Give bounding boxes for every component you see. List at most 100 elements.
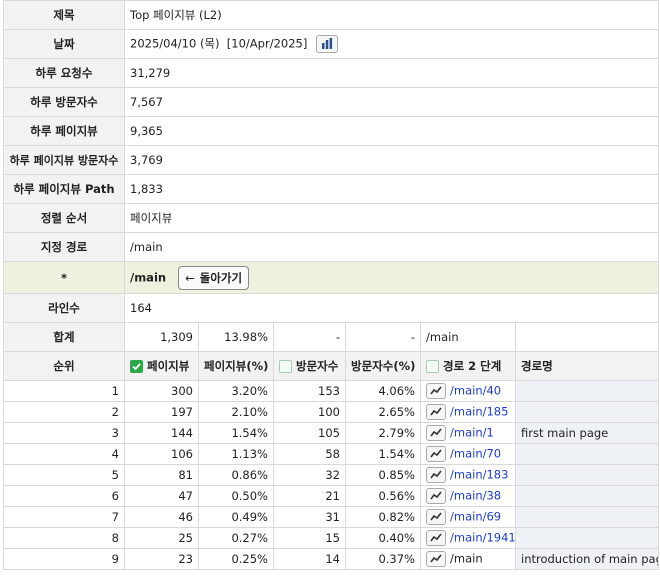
row-pageviews: 25 (124, 527, 199, 549)
row-visitors: 105 (273, 422, 346, 444)
summary-pv-pct: 13.98% (198, 322, 274, 352)
row-visitors-pct: 4.06% (345, 380, 421, 402)
row-path-name (514, 485, 660, 507)
row-path-link[interactable]: /main/1 (450, 426, 494, 440)
header-rank: 순위 (3, 351, 125, 381)
date-label: 날짜 (3, 29, 125, 59)
header-step2[interactable]: 경로 2 단계 (420, 351, 516, 381)
row-rank: 8 (3, 527, 125, 549)
table-row: 8 25 0.27% 15 0.40% /main/1941 (3, 527, 660, 549)
row-visitors-pct: 0.40% (345, 527, 421, 549)
trend-chart-icon[interactable] (426, 488, 446, 504)
trend-chart-icon[interactable] (426, 530, 446, 546)
path-value: /main (123, 232, 660, 262)
row-path-name (514, 380, 660, 402)
row-path-link[interactable]: /main/40 (450, 384, 501, 398)
row-visitors: 153 (273, 380, 346, 402)
stats-table: 제목 Top 페이지뷰 (L2) 날짜 2025/04/10 (목) [10/Ap… (3, 0, 660, 570)
row-pv-pct: 3.20% (198, 380, 274, 402)
visitors-label: 하루 방문자수 (3, 87, 125, 117)
row-path-name: first main page (514, 422, 660, 444)
header-pageviews[interactable]: 페이지뷰 (124, 351, 199, 381)
trend-chart-icon[interactable] (426, 404, 446, 420)
table-row: 5 81 0.86% 32 0.85% /main/183 (3, 464, 660, 486)
back-button[interactable]: ← 돌아가기 (178, 265, 250, 290)
table-row: 7 46 0.49% 31 0.82% /main/69 (3, 506, 660, 528)
row-path-link[interactable]: /main/183 (450, 468, 508, 482)
title-value: Top 페이지뷰 (L2) (123, 0, 660, 30)
row-pv-pct: 2.10% (198, 401, 274, 423)
row-rank: 4 (3, 443, 125, 465)
row-rank: 9 (3, 548, 125, 570)
row-path-link[interactable]: /main/185 (450, 405, 508, 419)
trend-chart-icon[interactable] (426, 467, 446, 483)
date-value: 2025/04/10 (목) [10/Apr/2025] (130, 36, 308, 51)
checkbox-checked-icon[interactable] (130, 360, 143, 373)
title-label: 제목 (3, 0, 125, 30)
data-rows: 1 300 3.20% 153 4.06%/main/40 2 197 2.10% 100 2.6… (3, 380, 660, 570)
trend-chart-icon[interactable] (426, 383, 446, 399)
table-row: 4 106 1.13% 58 1.54% /main/70 (3, 443, 660, 465)
row-rank: 3 (3, 422, 125, 444)
pv-label: 하루 페이지뷰 (3, 116, 125, 146)
row-visitors-pct: 0.56% (345, 485, 421, 507)
trend-chart-icon[interactable] (426, 446, 446, 462)
header-path-name: 경로명 (514, 351, 660, 381)
row-path-link[interactable]: /main/38 (450, 489, 501, 503)
checkbox-unchecked-icon[interactable] (279, 360, 292, 373)
trend-chart-icon[interactable] (426, 551, 446, 567)
row-rank: 5 (3, 464, 125, 486)
row-visitors: 100 (273, 401, 346, 423)
row-visitors: 14 (273, 548, 346, 570)
header-pv-pct: 페이지뷰(%) (198, 351, 274, 381)
row-pv-pct: 1.54% (198, 422, 274, 444)
header-visitors[interactable]: 방문자수 (273, 351, 346, 381)
row-path-link: /main (450, 551, 483, 566)
row-pv-pct: 1.13% (198, 443, 274, 465)
row-visitors-pct: 0.82% (345, 506, 421, 528)
summary-pageviews: 1,309 (124, 322, 199, 352)
pv-path-value: 1,833 (123, 174, 660, 204)
row-pv-pct: 0.86% (198, 464, 274, 486)
row-path-name: introduction of main page (514, 548, 660, 570)
row-pageviews: 106 (124, 443, 199, 465)
row-pageviews: 46 (124, 506, 199, 528)
visitors-value: 7,567 (123, 87, 660, 117)
pv-visitors-label: 하루 페이지뷰 방문자수 (3, 145, 125, 175)
row-pageviews: 197 (124, 401, 199, 423)
table-row: 9 23 0.25% 14 0.37% /main introduction of main… (3, 548, 660, 570)
row-visitors: 32 (273, 464, 346, 486)
trend-chart-icon[interactable] (426, 509, 446, 525)
header-pageviews-label: 페이지뷰 (147, 359, 190, 373)
summary-label: 합계 (3, 322, 125, 352)
header-visitors-pct: 방문자수(%) (345, 351, 421, 381)
trend-chart-icon[interactable] (426, 425, 446, 441)
pv-path-label: 하루 페이지뷰 Path (3, 174, 125, 204)
row-pageviews: 47 (124, 485, 199, 507)
row-path-name (514, 506, 660, 528)
row-path-link[interactable]: /main/70 (450, 447, 501, 461)
req-label: 하루 요청수 (3, 58, 125, 88)
row-visitors-pct: 0.85% (345, 464, 421, 486)
header-visitors-label: 방문자수 (296, 359, 339, 373)
checkbox-unchecked-icon[interactable] (426, 360, 439, 373)
row-pv-pct: 0.49% (198, 506, 274, 528)
row-path-link[interactable]: /main/1941 (450, 531, 515, 545)
row-visitors-pct: 2.79% (345, 422, 421, 444)
pv-visitors-value: 3,769 (123, 145, 660, 175)
summary-visitors: - (273, 322, 346, 352)
row-rank: 6 (3, 485, 125, 507)
summary-visitors-pct: - (345, 322, 421, 352)
row-rank: 7 (3, 506, 125, 528)
row-pv-pct: 0.50% (198, 485, 274, 507)
bar-chart-icon[interactable] (315, 35, 338, 53)
current-marker: * (3, 261, 125, 294)
back-button-label: 돌아가기 (199, 270, 243, 285)
sort-value: 페이지뷰 (123, 203, 660, 233)
path-label: 지정 경로 (3, 232, 125, 262)
row-pageviews: 144 (124, 422, 199, 444)
row-pageviews: 81 (124, 464, 199, 486)
pv-value: 9,365 (123, 116, 660, 146)
table-row: 2 197 2.10% 100 2.65% /main/185 (3, 401, 660, 423)
row-path-link[interactable]: /main/69 (450, 510, 501, 524)
